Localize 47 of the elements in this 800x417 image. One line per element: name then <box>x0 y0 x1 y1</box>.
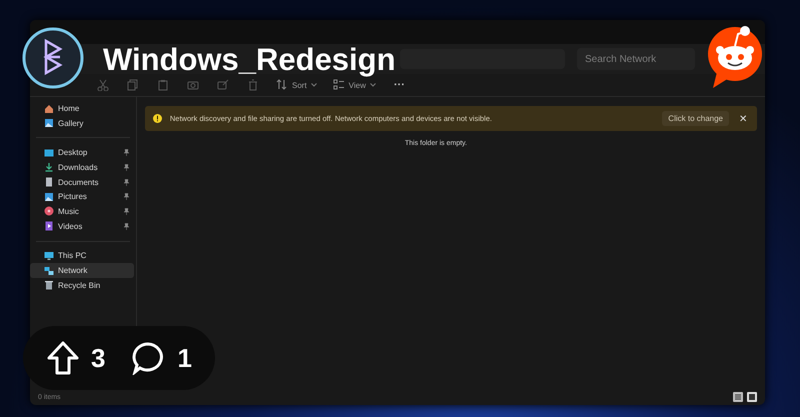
music-icon <box>44 206 54 216</box>
trash-icon <box>247 79 259 91</box>
recycle-bin-icon <box>44 280 54 290</box>
sidebar-item[interactable]: Home <box>30 101 134 116</box>
desktop-icon <box>44 148 54 158</box>
sidebar-item[interactable]: Network <box>30 263 134 278</box>
picture-icon <box>44 192 54 202</box>
camera-icon <box>187 79 199 91</box>
sidebar-item[interactable]: Gallery <box>30 116 134 130</box>
upvote-arrow-icon <box>47 341 79 375</box>
sidebar-item[interactable]: Downloads <box>30 160 134 175</box>
speech-bubble-icon <box>131 341 166 375</box>
sidebar-item[interactable]: Recycle Bin <box>30 278 134 293</box>
upvote-count: 3 <box>91 342 106 374</box>
community-name: Windows_Redesign <box>103 42 396 78</box>
view-list-icon <box>332 79 345 91</box>
download-icon <box>44 162 54 172</box>
change-button[interactable]: Click to change <box>662 111 729 126</box>
monitor-icon <box>44 250 54 261</box>
comment-count: 1 <box>177 342 192 374</box>
network-icon <box>44 266 54 276</box>
more-button[interactable]: ··· <box>388 76 411 94</box>
caret-icon <box>310 83 317 87</box>
video-icon <box>44 221 54 232</box>
warning-icon <box>152 114 162 123</box>
caret-icon <box>370 83 376 87</box>
sort-arrows-icon <box>276 79 288 91</box>
share-icon <box>217 79 229 91</box>
tiles-view-icon <box>747 392 757 402</box>
sidebar-item[interactable]: This PC <box>30 248 134 264</box>
sidebar-item[interactable]: Videos <box>30 218 134 234</box>
house-icon <box>44 103 54 114</box>
menu-button[interactable]: View <box>328 76 380 94</box>
scissors-icon <box>97 79 109 91</box>
sidebar-item[interactable]: Music <box>30 204 134 219</box>
document-icon <box>44 177 54 188</box>
search-field[interactable]: Search Network <box>577 48 695 70</box>
sidebar-item[interactable]: Desktop <box>30 145 134 160</box>
sidebar-item[interactable]: Pictures <box>30 189 134 204</box>
close-button[interactable]: ✕ <box>737 112 749 124</box>
sidebar-item[interactable]: Documents <box>30 174 134 190</box>
copy-icon <box>127 79 139 91</box>
menu-button[interactable]: Sort <box>272 76 321 94</box>
picture-icon <box>44 118 54 128</box>
community-logo-icon <box>22 27 84 89</box>
details-view-icon <box>733 392 743 402</box>
clipboard-icon <box>157 79 169 91</box>
